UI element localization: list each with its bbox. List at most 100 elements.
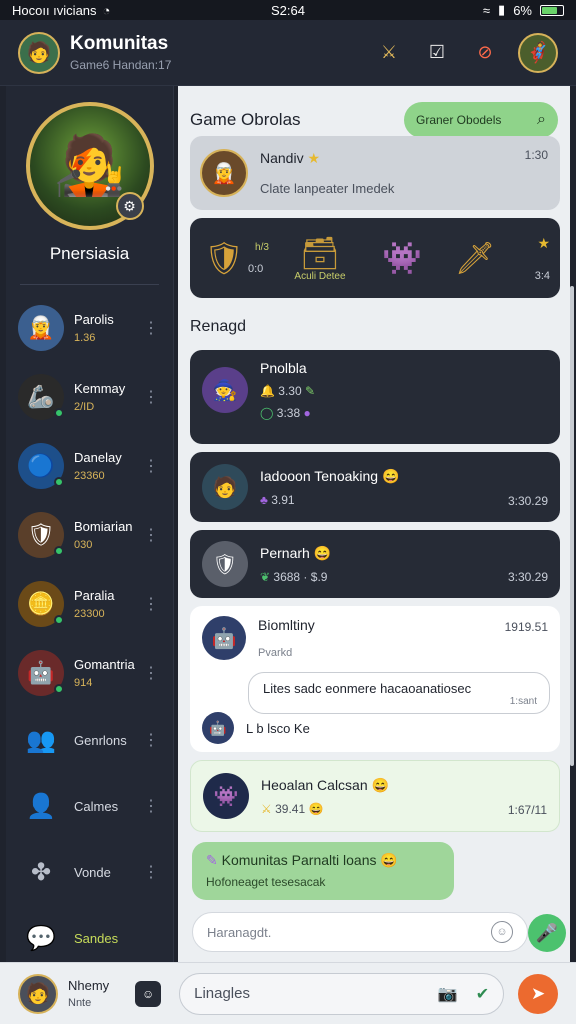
timestamp: 3:4 [534, 269, 550, 282]
status-left-text: Hocoıı ıvicians [12, 2, 97, 18]
bottom-bar: 🧑 Nhemy Nnte ☺ Linagles 📷 ✔ ➤ [0, 962, 576, 1024]
community-avatar[interactable]: 🧑 [18, 31, 60, 74]
microphone-button[interactable]: 🎤 [528, 914, 566, 952]
message-input[interactable]: Haranagdt. ☺ [192, 912, 528, 952]
sidebar-item-sub: 23300 [74, 607, 105, 620]
sidebar-item-paralia[interactable]: 🪙 Paralia 23300 ⋮ [6, 569, 173, 638]
reply-time: 1:sant [509, 696, 537, 707]
more-icon[interactable]: ⋮ [143, 730, 159, 750]
footer-text: L b lsco Ke [246, 720, 310, 736]
chat-bubble-icon: 💬 [26, 924, 56, 952]
sender-name: Nandiv [260, 150, 304, 166]
online-dot [54, 545, 64, 556]
more-icon[interactable]: ⋮ [143, 796, 159, 816]
sidebar-item-genrlons[interactable]: 👥 Genrlons ⋮ [6, 707, 173, 773]
message-card[interactable]: 🧑 Iadooon Tenoaking 😄 ♣ 3.91 3:30.29 [190, 452, 560, 522]
signal-icon: ▮ [498, 2, 506, 17]
search-input[interactable]: Linagles 📷 ✔ [179, 972, 505, 1015]
message-card[interactable]: 👾 Heoalan Calcsan 😄 ⚔ 39.41 😄 1:67/11 [190, 760, 560, 832]
sender-name: Komunitas Parnalti loans [221, 852, 377, 868]
meta-line: ◯ 3:38 ● [260, 406, 311, 420]
camera-icon[interactable]: 📷 [438, 984, 458, 1004]
potion-icon: ♣ [260, 492, 268, 507]
more-icon[interactable]: ⋮ [143, 862, 159, 882]
divider [20, 284, 159, 285]
page-title: Komunitas [70, 33, 169, 54]
online-dot [54, 683, 64, 694]
sidebar-item-vonde[interactable]: ✤ Vonde ⋮ [6, 839, 173, 905]
message-card[interactable]: 🛡 Pernarh 😄 ❦ 3688 · $.9 3:30.29 [190, 530, 560, 598]
message-card[interactable]: 🧙 Pnolbla 🔔 3.30 ✎ ◯ 3:38 ● [190, 350, 560, 444]
sidebar-item-label: Paralia [74, 587, 115, 603]
puzzle-icon: ✤ [30, 858, 52, 886]
sidebar-item-danelay[interactable]: 🔵 Danelay 23360 ⋮ [6, 431, 173, 500]
star-icon: ★ [537, 234, 550, 251]
potion-icon: ✎ [206, 852, 218, 868]
chat-icon[interactable]: ☺ [135, 980, 162, 1007]
more-icon[interactable]: ⋮ [143, 663, 159, 683]
own-message-bubble[interactable]: ✎ Komunitas Parnalti loans 😄 Hofoneaget … [192, 842, 454, 900]
timestamp: 3:30.29 [507, 494, 548, 508]
user-avatar[interactable]: 🧑 [18, 973, 58, 1014]
item-label: h/3 [255, 241, 269, 253]
avatar: 🦾 [18, 373, 64, 420]
avatar: 🪙 [18, 580, 64, 627]
online-dot [54, 407, 64, 418]
online-dot [54, 614, 64, 625]
emoji-icon: 😄 [313, 544, 332, 561]
reply-text: Lites sadc eonmere hacaoanatiosec [263, 681, 472, 696]
profile-card[interactable]: 🧑‍🎤 ⚙ Pnersiasia [6, 86, 173, 264]
check-box-icon[interactable]: ☑ [422, 38, 452, 68]
shield-icon: 🛡 [203, 240, 245, 276]
send-icon: ➤ [530, 983, 546, 1003]
sword-icon[interactable]: ⚔ [374, 38, 404, 68]
search-pill-label: Graner Obodels [416, 113, 502, 127]
more-icon[interactable]: ⋮ [143, 594, 159, 614]
profile-name: Pnersiasia [49, 244, 130, 263]
avatar: 🧙 [202, 367, 248, 413]
sidebar-item-kemmay[interactable]: 🦾 Kemmay 2/ID ⋮ [6, 362, 173, 431]
scrollbar[interactable] [570, 286, 574, 766]
online-dot [54, 476, 64, 487]
sidebar-item-label: Calmes [74, 798, 119, 814]
avatar: 🤖 [202, 712, 234, 744]
leaf-icon: ❦ [260, 569, 271, 584]
battery-percent: 6% [513, 2, 532, 18]
sidebar-item-sub: 1.36 [74, 331, 96, 344]
more-icon[interactable]: ⋮ [143, 456, 159, 476]
sidebar: 🧑‍🎤 ⚙ Pnersiasia 🧝 Parolis 1.36 ⋮ 🦾 Kemma… [6, 86, 174, 962]
sidebar-item-gomantria[interactable]: 🤖 Gomantria 914 ⋮ [6, 638, 173, 707]
sidebar-item-parolis[interactable]: 🧝 Parolis 1.36 ⋮ [6, 293, 173, 362]
sidebar-item-label: Parolis [74, 311, 114, 327]
check-circle-icon[interactable]: ✔ [476, 984, 489, 1004]
emoji-icon[interactable]: ☺ [491, 921, 513, 943]
reply-bubble[interactable]: Lites sadc eonmere hacaoanatiosec 1:sant [248, 672, 550, 714]
section-title: Game Obrolas [190, 110, 301, 129]
sidebar-item-label: Danelay [74, 449, 122, 465]
sender-name: Heoalan Calcsan [261, 776, 368, 793]
avatar: 👾 [203, 773, 249, 819]
emoji-icon: 😄 [380, 852, 398, 868]
more-icon[interactable]: ⋮ [143, 525, 159, 545]
user-sub: Nnte [68, 997, 92, 1009]
avatar: 🛡 [202, 541, 248, 587]
sender-sub: Pvarkd [258, 647, 293, 659]
sidebar-item-label: Kemmay [74, 380, 126, 396]
avatar: 🛡 [18, 511, 64, 558]
message-card[interactable]: 🧝 Nandiv ★ Clate lanpeater Imedek 1:30 [190, 136, 560, 210]
gear-icon[interactable]: ⚙ [115, 192, 144, 220]
user-avatar[interactable]: 🦸 [518, 32, 558, 73]
items-card[interactable]: 🛡 h/3 0:0 🗃 Aculi Detee 👾 🗡 ★ 3:4 [190, 218, 560, 298]
item-label: 0:0 [248, 262, 264, 275]
sidebar-item-bomiarian[interactable]: 🛡 Bomiarian 030 ⋮ [6, 500, 173, 569]
message-text: Hofoneaget tesesacak [206, 875, 326, 889]
no-entry-icon[interactable]: ⊘ [470, 38, 500, 68]
sidebar-item-calmes[interactable]: 👤 Calmes ⋮ [6, 773, 173, 839]
more-icon[interactable]: ⋮ [143, 387, 159, 407]
user-name: Nhemy [68, 978, 110, 993]
send-button[interactable]: ➤ [518, 973, 559, 1014]
message-card[interactable]: 🤖 Biomltiny Pvarkd 1919.51 Lites sadc eo… [190, 606, 560, 752]
more-icon[interactable]: ⋮ [143, 318, 159, 338]
sidebar-item-label: Genrlons [74, 732, 127, 748]
search-pill[interactable]: Graner Obodels ⌕ [404, 102, 558, 138]
